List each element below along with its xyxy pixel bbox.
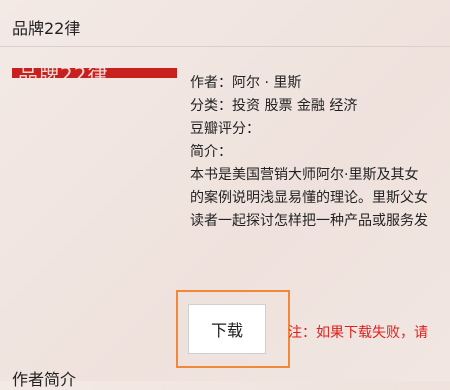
book-intro-label: 简介： (190, 144, 232, 160)
book-category: 分类：投资 股票 金融 经济 (190, 98, 358, 114)
book-cover-title: 品牌22律 (18, 68, 108, 78)
book-douban-rating: 豆瓣评分： (190, 121, 260, 137)
book-cover-image: 品牌22律 (12, 68, 177, 78)
book-author: 作者：阿尔 · 里斯 (190, 75, 302, 91)
book-intro-line: 读者一起探讨怎样把一种产品或服务发 (190, 213, 428, 229)
download-button[interactable]: 下载 (188, 304, 266, 354)
book-intro-line: 的案例说明浅显易懂的理论。里斯父女 (190, 190, 428, 206)
author-intro-heading: 作者简介 (12, 370, 77, 389)
page-title: 品牌22律 (12, 19, 81, 38)
download-failure-note: 注：如果下载失败，请 (288, 325, 428, 341)
title-bar: 品牌22律 (0, 0, 450, 47)
book-intro-line: 本书是美国营销大师阿尔·里斯及其女 (190, 167, 419, 183)
book-info: 作者：阿尔 · 里斯 分类：投资 股票 金融 经济 豆瓣评分： 简介： 本书是美… (190, 72, 450, 233)
